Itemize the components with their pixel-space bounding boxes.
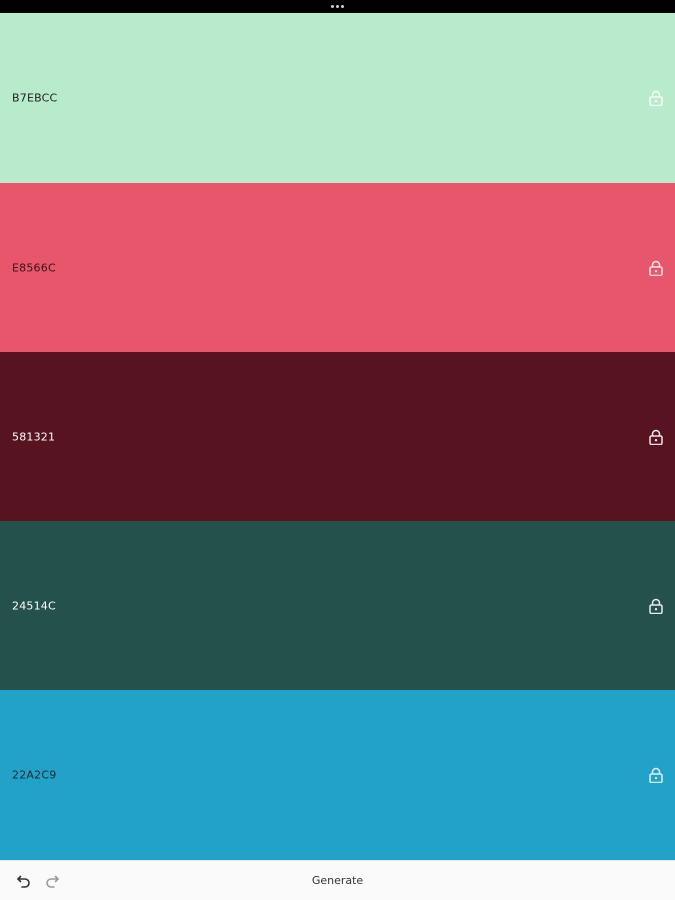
color-swatch[interactable]: 22A2C9	[0, 690, 675, 860]
color-hex-label[interactable]: E8566C	[12, 262, 56, 275]
lock-icon[interactable]	[649, 90, 663, 106]
lock-icon[interactable]	[649, 260, 663, 276]
color-hex-label[interactable]: 581321	[12, 431, 55, 444]
color-swatch[interactable]: 24514C	[0, 521, 675, 691]
top-status-bar	[0, 0, 675, 13]
lock-icon[interactable]	[649, 429, 663, 445]
color-swatch[interactable]: 581321	[0, 352, 675, 522]
lock-icon[interactable]	[649, 767, 663, 783]
window-grip-handle[interactable]	[331, 5, 345, 8]
color-palette: B7EBCC E8566C 581321 24514C 22A2C9	[0, 13, 675, 860]
grip-dot	[331, 5, 334, 8]
grip-dot	[341, 5, 344, 8]
generate-button[interactable]: Generate	[0, 874, 675, 887]
color-hex-label[interactable]: 22A2C9	[12, 769, 56, 782]
bottom-toolbar: Generate	[0, 860, 675, 900]
color-swatch[interactable]: B7EBCC	[0, 13, 675, 183]
lock-icon[interactable]	[649, 598, 663, 614]
color-hex-label[interactable]: B7EBCC	[12, 92, 57, 105]
grip-dot	[336, 5, 339, 8]
color-swatch[interactable]: E8566C	[0, 183, 675, 353]
color-hex-label[interactable]: 24514C	[12, 600, 56, 613]
